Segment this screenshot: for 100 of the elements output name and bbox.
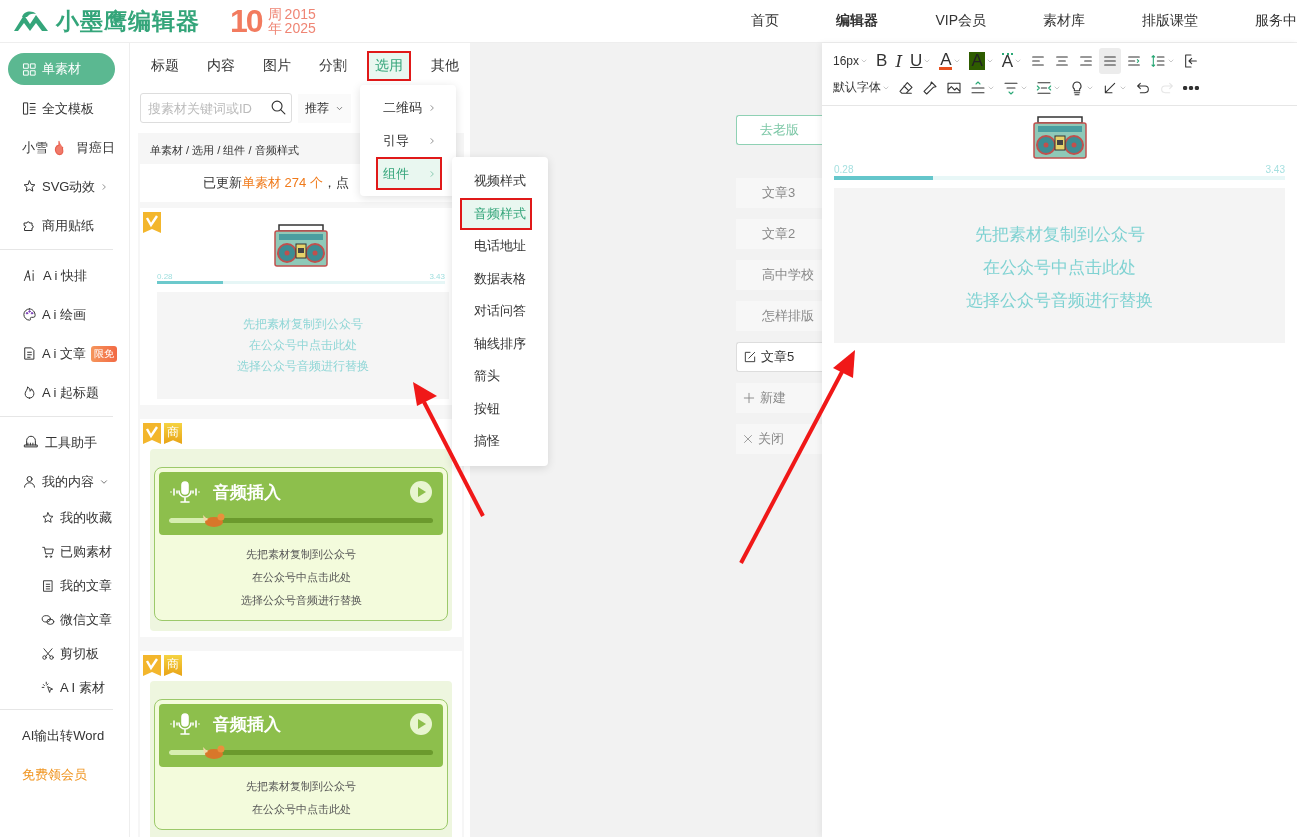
hint-text: 选择公众号音频进行替换 (239, 593, 363, 608)
nav-link[interactable]: VIP会员 (935, 12, 986, 30)
menu-item[interactable]: 搞怪 (460, 425, 506, 458)
sidebar-subitem[interactable]: 微信文章 (0, 603, 113, 637)
anniversary-label: 年 (267, 21, 282, 35)
menu-item[interactable]: 箭头 (460, 360, 506, 393)
article-tab[interactable]: 文章5 (736, 342, 822, 372)
sidebar-label: 我的内容 (42, 472, 94, 491)
eraser-icon (898, 79, 914, 96)
hint-text: 在公众号中点击此处 (982, 257, 1137, 279)
letter-spacing-button[interactable]: A (998, 47, 1026, 74)
sidebar-label: 小雪 (22, 138, 48, 157)
menu-item[interactable]: 二维码 (376, 91, 442, 124)
hint-text: 先把素材复制到公众号 (242, 316, 364, 333)
category-tab[interactable]: 其他 (423, 51, 467, 81)
sidebar-item[interactable]: A i 起标题 (0, 373, 113, 412)
justify-button[interactable] (1099, 47, 1122, 74)
underline-button[interactable]: U (907, 47, 935, 74)
close-button[interactable]: 关闭 (736, 424, 822, 454)
hint-text: 先把素材复制到公众号 (245, 547, 357, 562)
audio-title: 音频插入 (213, 481, 282, 504)
hint-text: 在公众号中点击此处 (250, 802, 352, 817)
chevron-right-icon (428, 169, 436, 178)
new-button[interactable]: 新建 (736, 383, 822, 413)
microphone-icon (169, 480, 201, 504)
space-before-icon (970, 79, 986, 96)
more-icon (1183, 85, 1199, 90)
sidebar-label: 胃癌日 (76, 138, 115, 157)
chevron-right-icon (100, 182, 109, 191)
bold-button[interactable]: B (873, 47, 891, 74)
menu-item[interactable]: 数据表格 (460, 262, 532, 295)
document-icon (41, 579, 55, 593)
menu-item[interactable]: 视频样式 (460, 165, 532, 198)
anniversary-year: 2015 (284, 7, 316, 21)
nav-link[interactable]: 首页 (751, 12, 780, 30)
time-label: 3.43 (429, 272, 445, 281)
sidebar-subitem[interactable]: 已购素材 (0, 535, 113, 569)
sort-dropdown[interactable]: 推荐 (298, 93, 351, 123)
category-tab[interactable]: 标题 (143, 51, 187, 81)
sparkle-icon (41, 681, 55, 695)
time-label: 0.28 (834, 164, 854, 175)
sidebar-item[interactable]: A i 绘画 (0, 295, 113, 334)
italic-button[interactable]: I (892, 47, 906, 74)
star-icon (41, 511, 55, 525)
close-icon (742, 433, 754, 445)
article-tab[interactable]: 高中学校 (736, 260, 822, 290)
template-icon (22, 101, 37, 116)
vip-ribbon-icon (143, 655, 161, 676)
sidebar-item[interactable]: 全文模板 (0, 89, 113, 128)
nav-link[interactable]: 排版课堂 (1142, 12, 1198, 30)
nav-link[interactable]: 编辑器 (836, 12, 879, 30)
hint-text: 选择公众号音频进行替换 (965, 290, 1154, 312)
free-badge: 限免 (91, 345, 118, 362)
sidebar-subitem[interactable]: 我的收藏 (0, 501, 113, 535)
sidebar-item[interactable]: A i 快排 (0, 256, 113, 295)
nav-link[interactable]: 服务中 (1255, 12, 1297, 30)
hint-text: 先把素材复制到公众号 (973, 224, 1146, 246)
chevron-right-icon (428, 103, 436, 112)
sidebar-item[interactable]: 商用贴纸 (0, 206, 113, 245)
play-icon[interactable] (409, 480, 433, 504)
line-height-icon (1150, 52, 1167, 69)
search-field[interactable]: 搜素材关键词或ID (140, 93, 292, 123)
edit-icon (743, 350, 757, 364)
sidebar-label: A i 文章 (42, 344, 87, 363)
sidebar-item[interactable]: 工具助手 (0, 423, 113, 462)
margin-icon (1036, 79, 1052, 96)
sidebar-subitem[interactable]: A I 素材 (0, 671, 113, 705)
chevron-right-icon (428, 136, 436, 145)
category-tab[interactable]: 分割 (311, 51, 355, 81)
flame-icon (22, 385, 37, 400)
exit-icon (1183, 52, 1200, 69)
anniversary-year: 2025 (284, 21, 316, 35)
format-brush-icon (922, 79, 938, 96)
document-icon (22, 346, 37, 361)
menu-item[interactable]: 引导 (376, 124, 442, 157)
category-tab[interactable]: 内容 (199, 51, 243, 81)
logo-icon (12, 9, 50, 33)
font-family-button[interactable]: 默认字体 (830, 74, 893, 101)
font-color-button[interactable]: A (936, 47, 965, 74)
menu-item[interactable]: 电话地址 (460, 230, 532, 263)
menu-item[interactable]: 按钮 (460, 392, 506, 425)
font-size-button[interactable]: 16px (830, 47, 872, 74)
hint-text: 在公众号中点击此处 (250, 570, 352, 585)
highlight-swatch: A (969, 51, 985, 70)
grid-icon (22, 61, 37, 77)
menu-item[interactable]: 轴线排序 (460, 327, 532, 360)
sidebar-item[interactable]: AI输出转Word (0, 716, 113, 755)
sidebar-subitem[interactable]: 剪切板 (0, 637, 113, 671)
palette-icon (22, 307, 37, 322)
breadcrumb: 单素材 / 选用 / 组件 / 音频样式 (150, 143, 299, 158)
ruler-icon (22, 435, 40, 450)
menu-item[interactable]: 对话问答 (460, 295, 532, 328)
sidebar-subitem[interactable]: 我的文章 (0, 569, 113, 603)
play-icon[interactable] (409, 712, 433, 736)
category-tab[interactable]: 图片 (255, 51, 299, 81)
audio-title: 音频插入 (213, 713, 282, 736)
nav-link[interactable]: 素材库 (1043, 12, 1085, 30)
anniversary-number: 10 (230, 2, 262, 40)
article-tab[interactable]: 怎样排版 (736, 301, 822, 331)
stomach-icon (53, 139, 65, 156)
